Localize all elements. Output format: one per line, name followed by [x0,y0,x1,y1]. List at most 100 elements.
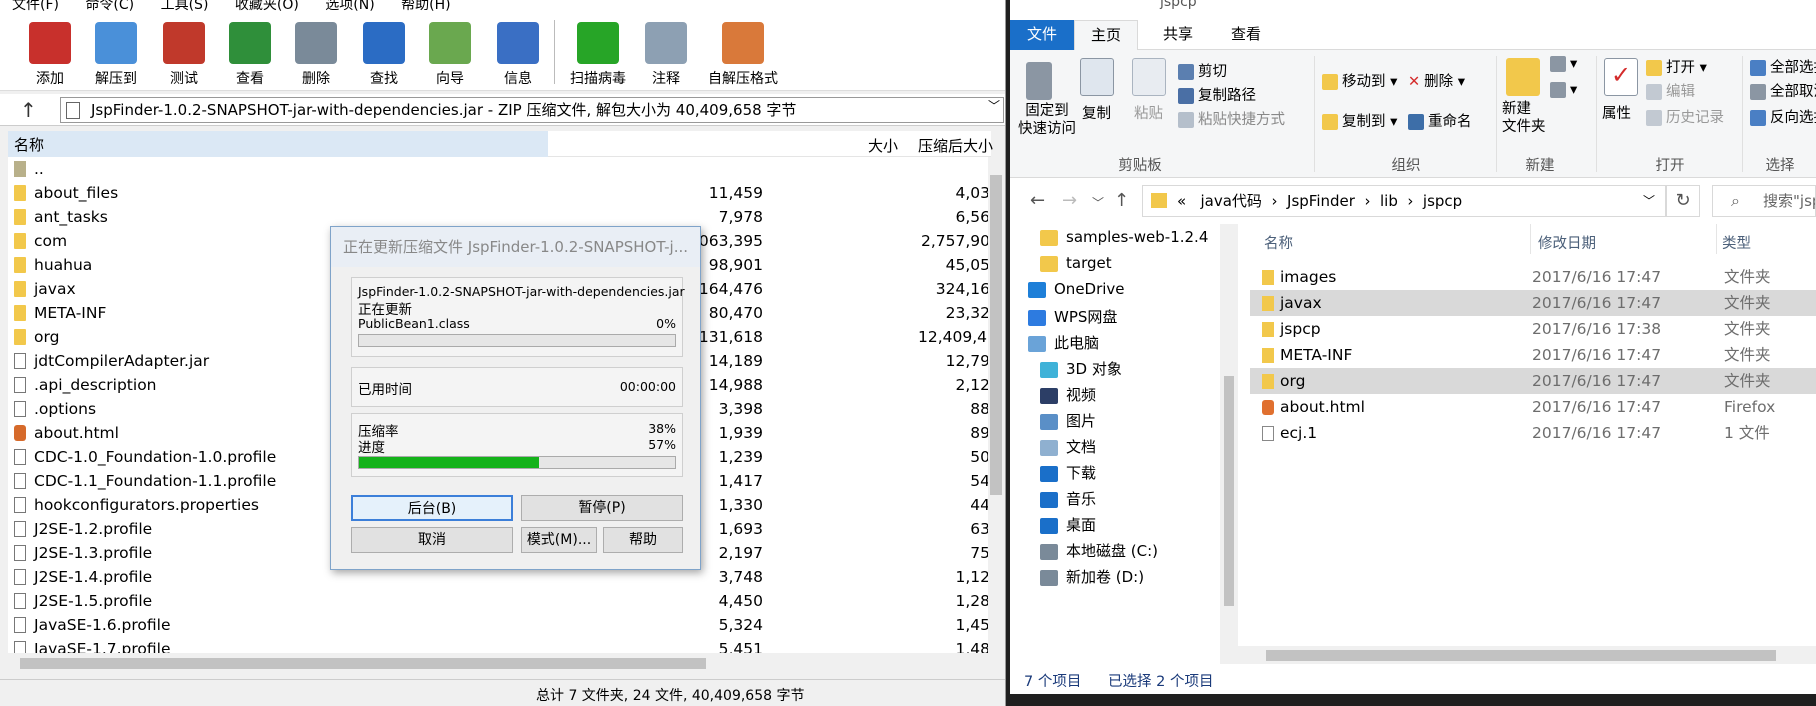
easy-access-button[interactable]: ▾ [1550,82,1577,98]
cancel-button[interactable]: 取消 [351,527,513,553]
comment-button[interactable]: 注释 [638,18,694,90]
nav-scrollbar[interactable] [1220,224,1238,664]
table-row[interactable]: .. [8,157,991,181]
nav-item[interactable]: 桌面 [1040,514,1096,535]
breadcrumb[interactable]: « java代码 › JspFinder › lib › jspcp ﹀ [1142,185,1666,217]
nav-item[interactable]: OneDrive [1028,280,1125,298]
scroll-thumb[interactable] [20,658,706,669]
column-type[interactable]: 类型 [1722,232,1751,253]
tab-home[interactable]: 主页 [1074,20,1138,50]
tab-file[interactable]: 文件 [1010,20,1074,50]
scroll-thumb[interactable] [990,175,1002,495]
menu-commands[interactable]: 命令(C) [85,0,134,12]
refresh-icon[interactable]: ↻ [1666,185,1700,217]
extract-to-button[interactable]: 解压到 [88,18,144,90]
nav-item[interactable]: 视频 [1040,384,1096,405]
breadcrumb-lib[interactable]: lib [1380,192,1398,210]
up-arrow-icon[interactable]: ↑ [1114,190,1129,211]
sfx-button[interactable]: 自解压格式 [700,18,786,90]
copy-button[interactable]: 复制 [1082,102,1111,123]
forward-arrow-icon[interactable]: → [1062,190,1077,211]
invert-selection-button[interactable]: 反向选择 [1750,106,1816,127]
help-button[interactable]: 帮助 [603,527,683,553]
mode-button[interactable]: 模式(M)... [521,527,597,553]
archive-path-field[interactable]: JspFinder-1.0.2-SNAPSHOT-jar-with-depend… [60,97,1004,123]
nav-item[interactable]: 下载 [1040,462,1096,483]
select-none-button[interactable]: 全部取消 [1750,80,1816,101]
breadcrumb-overflow[interactable]: « [1177,192,1186,210]
recent-chevron-icon[interactable]: ﹀ [1092,194,1104,211]
chevron-down-icon[interactable]: ﹀ [1643,186,1655,216]
view-button[interactable]: 查看 [222,18,278,90]
column-name[interactable]: 名称 [8,131,548,157]
table-row[interactable]: J2SE-1.5.profile 4,450 1,28 [8,589,991,613]
nav-item[interactable]: 图片 [1040,410,1096,431]
add-button[interactable]: 添加 [22,18,78,90]
tab-share[interactable]: 共享 [1146,20,1210,50]
background-button[interactable]: 后台(B) [351,495,513,521]
table-row[interactable]: JavaSE-1.6.profile 5,324 1,45 [8,613,991,637]
select-all-button[interactable]: 全部选择 [1750,56,1816,77]
list-item[interactable]: META-INF 2017/6/16 17:47 文件夹 [1250,342,1816,368]
tab-view[interactable]: 查看 [1214,20,1278,50]
list-item[interactable]: ecj.1 2017/6/16 17:47 1 文件 [1250,420,1816,446]
back-arrow-icon[interactable]: ← [1030,190,1045,211]
copy-path-button[interactable]: 复制路径 [1178,84,1256,105]
nav-item[interactable]: WPS网盘 [1028,306,1117,327]
test-button[interactable]: 测试 [156,18,212,90]
nav-item[interactable]: 3D 对象 [1040,358,1122,379]
nav-item[interactable]: 文档 [1040,436,1096,457]
nav-item[interactable]: samples-web-1.2.4 [1040,228,1208,246]
list-item[interactable]: org 2017/6/16 17:47 文件夹 [1250,368,1816,394]
scroll-thumb[interactable] [1266,650,1776,661]
column-date[interactable]: 修改日期 [1538,232,1596,253]
nav-item[interactable]: target [1040,254,1112,272]
list-item[interactable]: images 2017/6/16 17:47 文件夹 [1250,264,1816,290]
virus-scan-button[interactable]: 扫描病毒 [562,18,634,90]
nav-item[interactable]: 本地磁盘 (C:) [1040,540,1158,561]
cut-button[interactable]: 剪切 [1178,60,1227,81]
pause-button[interactable]: 暂停(P) [521,495,683,521]
column-size[interactable]: 大小 [868,135,898,156]
delete-button[interactable]: ✕ 删除 ▾ [1408,70,1465,91]
properties-button[interactable]: 属性 [1602,102,1631,123]
list-item[interactable]: javax 2017/6/16 17:47 文件夹 [1250,290,1816,316]
paste-button[interactable]: 粘贴 [1134,102,1163,123]
chevron-down-icon[interactable]: ﹀ [988,97,1000,114]
nav-item[interactable]: 新加卷 (D:) [1040,566,1144,587]
menu-help[interactable]: 帮助(H) [401,0,450,12]
vertical-scrollbar[interactable] [988,157,1004,653]
wizard-button[interactable]: 向导 [422,18,478,90]
up-arrow-icon[interactable]: ↑ [20,98,37,122]
horizontal-scrollbar[interactable] [8,655,991,672]
horizontal-scrollbar[interactable] [1238,646,1816,664]
rename-button[interactable]: 重命名 [1408,110,1472,131]
breadcrumb-jspfinder[interactable]: JspFinder [1287,192,1355,210]
list-item[interactable]: about.html 2017/6/16 17:47 Firefox [1250,394,1816,420]
history-button[interactable]: 历史记录 [1646,106,1724,127]
move-to-button[interactable]: 移动到 ▾ [1322,70,1397,91]
menu-tools[interactable]: 工具(S) [161,0,209,12]
list-item[interactable]: jspcp 2017/6/16 17:38 文件夹 [1250,316,1816,342]
copy-to-button[interactable]: 复制到 ▾ [1322,110,1397,131]
column-name[interactable]: 名称 [1264,232,1293,253]
delete-button[interactable]: 删除 [288,18,344,90]
new-item-button[interactable]: ▾ [1550,56,1577,72]
find-button[interactable]: 查找 [356,18,412,90]
column-packed[interactable]: 压缩后大小 [918,135,993,156]
breadcrumb-java[interactable]: java代码 [1201,192,1262,210]
menu-file[interactable]: 文件(F) [12,0,59,12]
table-row[interactable]: about_files 11,459 4,03 [8,181,991,205]
pin-quick-access-button[interactable]: 固定到 快速访问 [1018,102,1076,138]
info-button[interactable]: 信息 [490,18,546,90]
search-input[interactable]: ⌕ 搜索"jspcp" [1712,185,1816,217]
paste-shortcut-button[interactable]: 粘贴快捷方式 [1178,108,1285,129]
table-row[interactable]: JavaSE-1.7.profile 5,451 1,48 [8,637,991,653]
nav-item[interactable]: 音乐 [1040,488,1096,509]
menu-favorites[interactable]: 收藏夹(O) [235,0,299,12]
new-folder-button[interactable]: 新建 文件夹 [1502,100,1546,136]
scroll-thumb[interactable] [1224,376,1234,606]
nav-item[interactable]: 此电脑 [1028,332,1099,353]
open-button[interactable]: 打开 ▾ [1646,56,1707,77]
breadcrumb-jspcp[interactable]: jspcp [1423,192,1462,210]
